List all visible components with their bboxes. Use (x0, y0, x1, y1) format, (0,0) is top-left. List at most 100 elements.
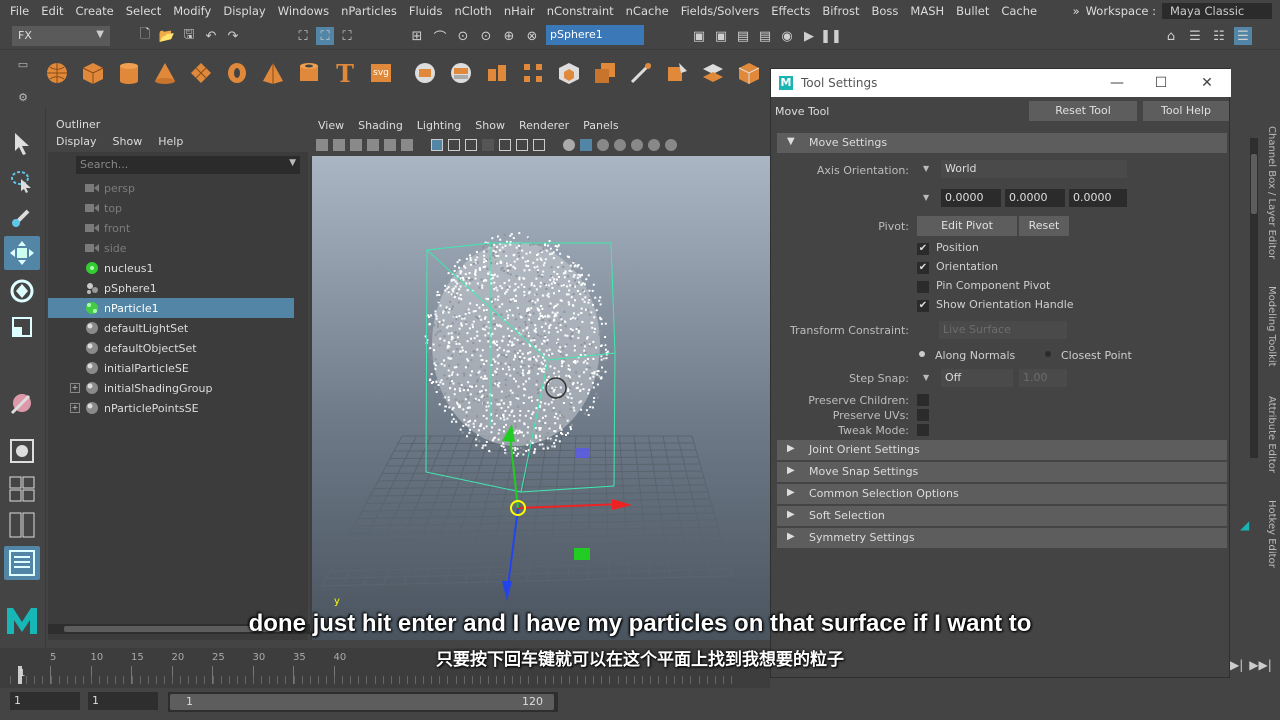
workspace-value[interactable]: Maya Classic (1162, 3, 1272, 19)
render-settings-icon[interactable]: ▤ (756, 27, 774, 45)
scale-tool-icon[interactable] (4, 310, 40, 344)
viewport-menu-shading[interactable]: Shading (358, 119, 403, 133)
two-panel-layout-icon[interactable] (4, 508, 40, 542)
axis-z-field[interactable]: 0.0000 (1069, 189, 1127, 207)
modeling-toolkit-icon[interactable]: ⌂ (1162, 27, 1180, 45)
reset-pivot-button[interactable]: Reset (1019, 216, 1069, 236)
snap-view-icon[interactable]: ⊙ (477, 27, 495, 45)
image-plane-icon[interactable] (367, 139, 379, 151)
checkbox-position[interactable]: ✔ (917, 243, 929, 255)
poly-sphere-icon[interactable] (44, 60, 70, 86)
quad-draw-icon[interactable] (664, 60, 690, 86)
select-component-icon[interactable]: ⛶ (338, 27, 356, 45)
move-settings-header[interactable]: ▼ Move Settings (777, 133, 1227, 153)
ipr-render-icon[interactable]: ▤ (734, 27, 752, 45)
lights-icon[interactable] (614, 139, 626, 151)
menu-ncloth[interactable]: nCloth (448, 4, 497, 18)
outliner-menu-show[interactable]: Show (113, 135, 143, 151)
menu-select[interactable]: Select (120, 4, 167, 18)
outliner-item[interactable]: front (48, 218, 294, 238)
menu-bullet[interactable]: Bullet (950, 4, 995, 18)
tab-attribute-editor[interactable]: Attribute Editor (1266, 396, 1277, 473)
wireframe-icon[interactable] (563, 139, 575, 151)
shelf-gear-icon[interactable]: ⚙ (18, 91, 28, 104)
section-soft-selection[interactable]: ▶ Soft Selection (777, 506, 1227, 526)
menu-windows[interactable]: Windows (272, 4, 335, 18)
outliner-item[interactable]: top (48, 198, 294, 218)
menu-cache[interactable]: Cache (995, 4, 1043, 18)
edit-pivot-button[interactable]: Edit Pivot (917, 216, 1017, 236)
outliner-menu-help[interactable]: Help (158, 135, 183, 151)
grease-pencil-icon[interactable] (401, 139, 413, 151)
camera-select-icon[interactable] (333, 139, 345, 151)
tab-hotkey-editor[interactable]: Hotkey Editor (1266, 500, 1277, 568)
menu-display[interactable]: Display (217, 4, 271, 18)
viewport-menu-lighting[interactable]: Lighting (417, 119, 461, 133)
step-snap-amount-field[interactable]: 1.00 (1019, 369, 1067, 387)
dock-pin-icon[interactable]: ◢ (1240, 518, 1249, 532)
paint-select-icon[interactable] (4, 200, 40, 234)
outliner-item[interactable]: initialParticleSE (48, 358, 294, 378)
menu-bifrost[interactable]: Bifrost (816, 4, 865, 18)
poly-pyramid-icon[interactable] (260, 60, 286, 86)
viewport-menu-view[interactable]: View (318, 119, 344, 133)
four-panel-layout-icon[interactable] (4, 472, 40, 506)
workspace-selector[interactable]: » Workspace : Maya Classic (1073, 3, 1272, 19)
checkbox-orientation[interactable]: ✔ (917, 262, 929, 274)
grid-toggle-icon[interactable] (431, 139, 443, 151)
outliner-menu-display[interactable]: Display (56, 135, 97, 151)
menu-create[interactable]: Create (70, 4, 120, 18)
poly-svg-icon[interactable]: svg (368, 60, 394, 86)
poly-cylinder-icon[interactable] (116, 60, 142, 86)
menu-edit[interactable]: Edit (35, 4, 69, 18)
range-slider-track[interactable]: 1 120 (168, 692, 558, 712)
checkbox-show-orientation-handle[interactable]: ✔ (917, 300, 929, 312)
menu-effects[interactable]: Effects (765, 4, 816, 18)
menu-mash[interactable]: MASH (904, 4, 950, 18)
axis-orientation-dropdown[interactable]: World (941, 160, 1127, 178)
outliner-layout-icon[interactable] (4, 546, 40, 580)
playback-icon[interactable]: ▶ (800, 27, 818, 45)
preserve-children-checkbox[interactable] (917, 394, 929, 406)
film-gate-icon[interactable] (448, 139, 460, 151)
viewport-canvas[interactable]: y (312, 156, 772, 640)
menu-set-dropdown[interactable]: FX ▼ (12, 26, 110, 46)
target-weld-icon[interactable] (628, 60, 654, 86)
section-symmetry-settings[interactable]: ▶ Symmetry Settings (777, 528, 1227, 548)
range-start-field[interactable]: 1 (88, 692, 158, 710)
viewport-menu-show[interactable]: Show (475, 119, 505, 133)
save-scene-icon[interactable]: 🖫 (180, 27, 198, 45)
select-tool-icon[interactable] (4, 126, 40, 160)
chevron-down-icon[interactable]: ▼ (923, 193, 929, 202)
tweak-mode-checkbox[interactable] (917, 424, 929, 436)
snap-curve-icon[interactable]: ⌒ (431, 27, 449, 46)
checkbox-pin-component-pivot[interactable] (917, 281, 929, 293)
tab-channel-box[interactable]: Channel Box / Layer Editor (1266, 126, 1277, 259)
transform-constraint-dropdown[interactable]: Live Surface (939, 321, 1067, 339)
section-common-selection-options[interactable]: ▶ Common Selection Options (777, 484, 1227, 504)
menu-nconstraint[interactable]: nConstraint (541, 4, 620, 18)
render-frame-icon[interactable]: ▣ (712, 27, 730, 45)
rotate-tool-icon[interactable] (4, 274, 40, 308)
poly-cube-icon[interactable] (80, 60, 106, 86)
outliner-item[interactable]: + nParticlePointsSE (48, 398, 294, 418)
minimize-icon[interactable]: — (1109, 75, 1125, 91)
new-scene-icon[interactable]: 🗋 (136, 27, 154, 45)
object-name-field[interactable]: pSphere1 (546, 25, 644, 45)
move-tool-icon[interactable] (4, 236, 40, 270)
preserve-uvs-checkbox[interactable] (917, 409, 929, 421)
chevron-down-icon[interactable]: ▼ (289, 158, 296, 168)
tab-modeling-toolkit[interactable]: Modeling Toolkit (1266, 286, 1277, 367)
snap-live-icon[interactable]: ⊗ (523, 27, 541, 45)
menu-ncache[interactable]: nCache (620, 4, 675, 18)
bevel-icon[interactable] (556, 60, 582, 86)
channel-box-icon[interactable]: ☰ (1234, 27, 1252, 45)
tool-settings-titlebar[interactable]: M Tool Settings — ☐ ✕ (771, 69, 1231, 97)
pause-icon[interactable]: ❚❚ (820, 27, 842, 45)
gate-mask-icon[interactable] (482, 139, 494, 151)
start-time-field[interactable]: 1 (10, 692, 80, 710)
reset-tool-button[interactable]: Reset Tool (1029, 101, 1137, 121)
closest-point-radio[interactable] (1045, 351, 1051, 357)
multi-cut-icon[interactable] (592, 60, 618, 86)
outliner-item[interactable]: + initialShadingGroup (48, 378, 294, 398)
